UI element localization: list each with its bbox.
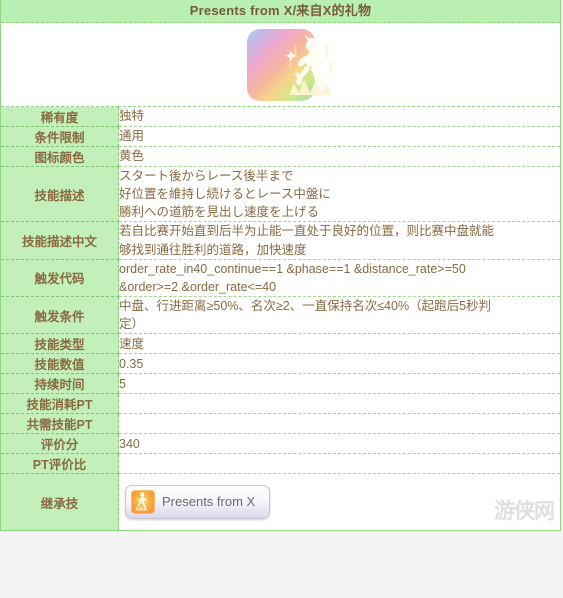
row-value-skill-type: 速度 — [118, 333, 561, 355]
row-skill-value: 技能数值 0.35 — [0, 353, 561, 375]
row-label-condition-restriction: 条件限制 — [0, 126, 119, 147]
row-value-condition-restriction: 通用 — [118, 126, 561, 147]
row-skill-type: 技能类型 速度 — [0, 333, 561, 355]
row-label-inherited-skill: 继承技 — [0, 473, 119, 531]
page-title: Presents from X/来自X的礼物 — [0, 0, 561, 23]
icon-row — [0, 22, 561, 107]
row-label-evaluation-score: 评价分 — [0, 433, 119, 455]
row-value-skill-value: 0.35 — [118, 353, 561, 375]
description-cn-line-2: 够找到通往胜利的道路，加快速度 — [119, 242, 307, 257]
row-value-rarity: 独特 — [118, 106, 561, 127]
row-evaluation-score: 评价分 340 — [0, 433, 561, 455]
row-value-skill-description-cn: 若自比赛开始直到后半为止能一直处于良好的位置，则比赛中盘就能 够找到通往胜利的道… — [118, 221, 561, 260]
skill-detail-table: Presents from X/来自X的礼物 稀有度 独特 条件限制 通用 图标… — [0, 0, 561, 532]
trigger-code-line-1: order_rate_in40_continue==1 &phase==1 &d… — [119, 261, 466, 276]
title-row: Presents from X/来自X的礼物 — [0, 0, 561, 23]
row-duration: 持续时间 5 — [0, 373, 561, 395]
row-inherited-skill: 继承技 Presents from X 游侠网 — [0, 473, 561, 531]
site-watermark: 游侠网 — [494, 498, 555, 523]
description-cn-line-1: 若自比赛开始直到后半为止能一直处于良好的位置，则比赛中盘就能 — [119, 224, 495, 239]
row-label-skill-description-cn: 技能描述中文 — [0, 221, 119, 260]
row-value-trigger-code: order_rate_in40_continue==1 &phase==1 &d… — [118, 259, 561, 297]
trigger-condition-line-2: 定） — [119, 317, 145, 331]
row-label-skill-type: 技能类型 — [0, 333, 119, 355]
row-label-total-skill-pt: 共需技能PT — [0, 413, 119, 435]
row-total-skill-pt: 共需技能PT — [0, 413, 561, 435]
row-condition-restriction: 条件限制 通用 — [0, 126, 561, 147]
row-value-skill-cost-pt — [118, 393, 561, 415]
row-value-evaluation-score: 340 — [118, 433, 561, 455]
row-label-pt-evaluation-ratio: PT评价比 — [0, 453, 119, 475]
row-label-duration: 持续时间 — [0, 373, 119, 395]
row-value-inherited-skill: Presents from X 游侠网 — [118, 473, 561, 531]
skill-icon-running-figure — [246, 28, 332, 101]
row-label-skill-value: 技能数值 — [0, 353, 119, 375]
row-label-rarity: 稀有度 — [0, 106, 119, 127]
row-rarity: 稀有度 独特 — [0, 106, 561, 127]
row-value-icon-color: 黄色 — [118, 146, 561, 167]
description-jp-line-2: 好位置を維持し続けるとレース中盤に — [119, 187, 331, 202]
icon-cell — [0, 22, 561, 107]
row-icon-color: 图标颜色 黄色 — [0, 146, 561, 167]
row-trigger-code: 触发代码 order_rate_in40_continue==1 &phase=… — [0, 259, 561, 297]
row-label-icon-color: 图标颜色 — [0, 146, 119, 167]
inherited-skill-icon — [131, 490, 155, 515]
trigger-code-line-2: &order>=2 &order_rate<=40 — [119, 279, 277, 294]
row-value-pt-evaluation-ratio — [118, 453, 561, 475]
row-value-skill-description-jp: スタート後からレース後半まで 好位置を維持し続けるとレース中盤に 勝利への道筋を… — [118, 166, 561, 223]
row-label-skill-cost-pt: 技能消耗PT — [0, 393, 119, 415]
inherited-skill-label: Presents from X — [162, 493, 256, 509]
table-body: Presents from X/来自X的礼物 稀有度 独特 条件限制 通用 图标… — [0, 0, 561, 531]
running-figure-glyph-small — [135, 491, 149, 511]
row-label-trigger-condition: 触发条件 — [0, 296, 119, 335]
row-label-skill-description-jp: 技能描述 — [0, 166, 119, 223]
trigger-condition-line-1: 中盘、行进距离≥50%、名次≥2、一直保持名次≤40%（起跑后5秒判 — [119, 298, 492, 313]
row-value-total-skill-pt — [118, 413, 561, 435]
row-skill-cost-pt: 技能消耗PT — [0, 393, 561, 415]
row-label-trigger-code: 触发代码 — [0, 259, 119, 297]
row-value-trigger-condition: 中盘、行进距离≥50%、名次≥2、一直保持名次≤40%（起跑后5秒判 定） — [118, 296, 561, 335]
row-skill-description-jp: 技能描述 スタート後からレース後半まで 好位置を維持し続けるとレース中盤に 勝利… — [0, 166, 561, 223]
row-value-duration: 5 — [118, 373, 561, 395]
row-trigger-condition: 触发条件 中盘、行进距离≥50%、名次≥2、一直保持名次≤40%（起跑后5秒判 … — [0, 296, 561, 335]
description-jp-line-3: 勝利への道筋を見出し速度を上げる — [119, 205, 320, 220]
description-jp-line-1: スタート後からレース後半まで — [119, 169, 294, 183]
row-skill-description-cn: 技能描述中文 若自比赛开始直到后半为止能一直处于良好的位置，则比赛中盘就能 够找… — [0, 221, 561, 260]
row-pt-evaluation-ratio: PT评价比 — [0, 453, 561, 475]
inherited-skill-badge[interactable]: Presents from X — [125, 485, 271, 520]
